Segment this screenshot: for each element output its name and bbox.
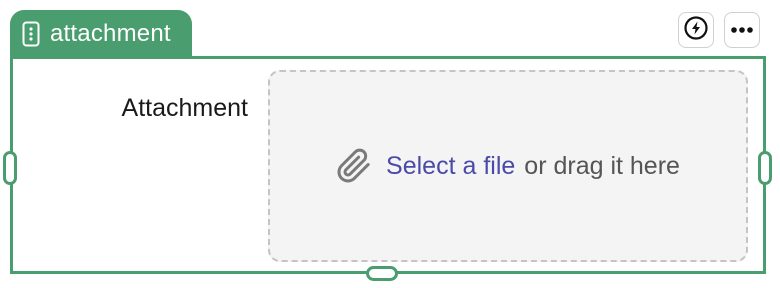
form-field-icon (22, 21, 40, 47)
file-dropzone[interactable]: Select a file or drag it here (268, 70, 748, 262)
resize-handle-bottom[interactable] (366, 266, 398, 281)
action-button[interactable] (678, 12, 714, 48)
resize-handle-right[interactable] (758, 151, 772, 185)
more-options-button[interactable] (724, 12, 760, 48)
drag-hint-text: or drag it here (524, 151, 680, 180)
field-label: Attachment (121, 94, 248, 122)
lightning-bolt-icon (684, 15, 708, 45)
more-horizontal-icon (730, 21, 754, 39)
paperclip-icon (336, 148, 372, 184)
block-tab[interactable]: attachment (10, 10, 192, 58)
resize-handle-left[interactable] (3, 151, 17, 185)
select-file-link[interactable]: Select a file (386, 153, 515, 179)
block-tab-label: attachment (50, 20, 171, 47)
